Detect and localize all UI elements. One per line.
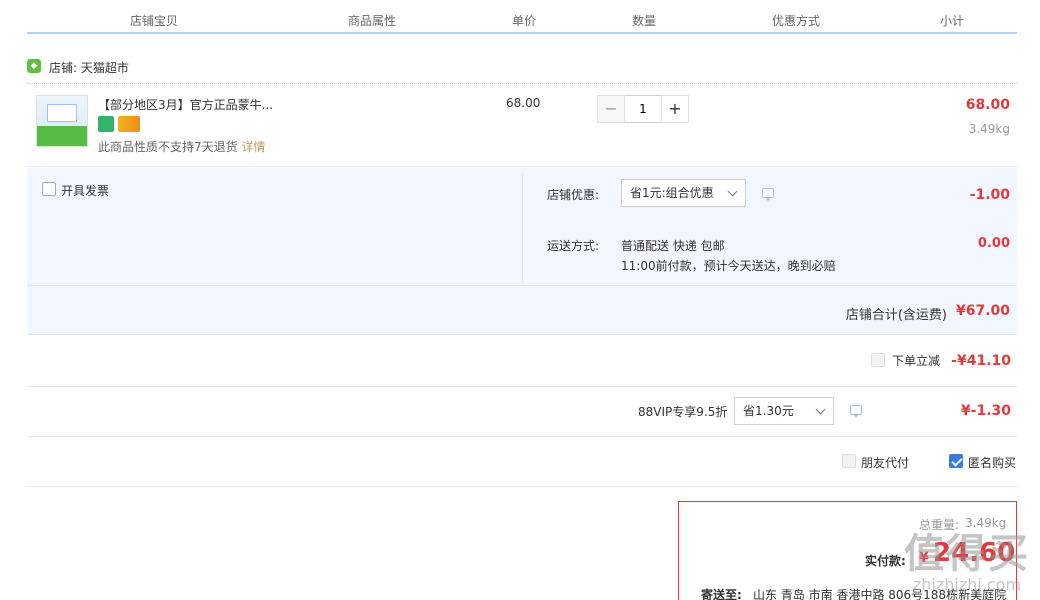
row-divider bbox=[27, 386, 1017, 387]
shop-discount-selected: 省1元:组合优惠 bbox=[630, 186, 714, 200]
message-icon[interactable] bbox=[762, 188, 774, 201]
quantity-stepper: − + bbox=[597, 95, 689, 123]
increase-quantity-button[interactable]: + bbox=[661, 95, 689, 123]
friend-pay-checkbox[interactable] bbox=[842, 454, 856, 468]
invoice-checkbox[interactable] bbox=[42, 182, 56, 196]
header-col-price: 单价 bbox=[512, 14, 537, 28]
friend-pay-label: 朋友代付 bbox=[861, 456, 910, 470]
shop-total-amount: ¥67.00 bbox=[955, 303, 1010, 319]
vip-discount-selected: 省1.30元 bbox=[743, 404, 794, 418]
ship-to-label: 寄送至: bbox=[701, 588, 742, 600]
shop-order-panel: 开具发票 店铺优惠: 省1元:组合优惠 -1.00 运送方式: 普通配送 快递 … bbox=[27, 168, 1017, 335]
header-col-qty: 数量 bbox=[632, 14, 657, 28]
return-policy-details-link[interactable]: 详情 bbox=[241, 140, 265, 154]
shipping-method: 普通配送 快递 包邮 bbox=[621, 239, 725, 253]
shop-discount-amount: -1.00 bbox=[969, 187, 1010, 203]
header-col-discount: 优惠方式 bbox=[772, 14, 821, 28]
row-divider bbox=[27, 436, 1017, 437]
service-badge-icon bbox=[98, 116, 114, 132]
anonymous-checkbox[interactable] bbox=[949, 454, 963, 468]
pay-label: 实付款: bbox=[865, 554, 906, 568]
vip-label: 88VIP专享9.5折 bbox=[638, 405, 728, 419]
row-divider bbox=[27, 486, 1017, 487]
return-policy-text: 此商品性质不支持7天退货 bbox=[98, 140, 238, 154]
card-badge-icon bbox=[118, 116, 140, 132]
message-icon[interactable] bbox=[850, 405, 862, 418]
product-thumbnail[interactable] bbox=[36, 95, 88, 147]
chevron-down-icon bbox=[815, 404, 826, 415]
decrease-quantity-button[interactable]: − bbox=[597, 95, 625, 123]
shipping-amount: 0.00 bbox=[977, 236, 1010, 251]
quantity-input[interactable] bbox=[625, 95, 661, 123]
shop-row: ◆ 店铺: 天猫超市 bbox=[27, 56, 1017, 84]
chevron-down-icon bbox=[727, 186, 738, 197]
invoice-label: 开具发票 bbox=[61, 184, 110, 198]
shop-discount-select[interactable]: 省1元:组合优惠 bbox=[621, 179, 746, 207]
panel-divider bbox=[522, 174, 523, 282]
vip-discount-amount: ¥-1.30 bbox=[960, 403, 1011, 419]
instant-discount-label: 下单立减 bbox=[892, 354, 941, 368]
panel-separator bbox=[27, 285, 1017, 286]
item-subtotal: 68.00 bbox=[965, 97, 1010, 113]
watermark-url: zhizhizhi.com bbox=[912, 575, 1022, 594]
item-weight: 3.49kg bbox=[968, 122, 1010, 136]
shipping-eta: 11:00前付款，预计今天送达，晚到必赔 bbox=[621, 259, 836, 273]
product-title[interactable]: 【部分地区3月】官方正品蒙牛... bbox=[98, 96, 288, 113]
instant-discount-checkbox bbox=[871, 353, 885, 367]
unit-price: 68.00 bbox=[506, 96, 541, 110]
header-col-item: 店铺宝贝 bbox=[130, 14, 179, 28]
site-watermark: 值得买 zhizhizhi.com bbox=[904, 533, 1030, 594]
shipping-label: 运送方式: bbox=[547, 239, 600, 253]
header-col-subtotal: 小计 bbox=[940, 14, 965, 28]
shop-label[interactable]: 店铺: 天猫超市 bbox=[49, 59, 129, 76]
instant-discount-amount: -¥41.10 bbox=[951, 353, 1011, 369]
shop-discount-label: 店铺优惠: bbox=[547, 188, 600, 202]
cart-header: 店铺宝贝 商品属性 单价 数量 优惠方式 小计 bbox=[27, 0, 1017, 34]
watermark-logo: 值得买 bbox=[904, 531, 1030, 577]
cart-item-row: 【部分地区3月】官方正品蒙牛... 此商品性质不支持7天退货 详情 68.00 … bbox=[27, 85, 1017, 167]
tmall-shop-icon: ◆ bbox=[27, 59, 41, 73]
anonymous-label: 匿名购买 bbox=[968, 456, 1017, 470]
header-col-attr: 商品属性 bbox=[348, 14, 397, 28]
total-weight-value: 3.49kg bbox=[965, 516, 1007, 530]
return-policy-note: 此商品性质不支持7天退货 详情 bbox=[98, 138, 265, 155]
shop-total-label: 店铺合计(含运费) bbox=[845, 308, 947, 323]
vip-discount-select[interactable]: 省1.30元 bbox=[734, 397, 834, 425]
